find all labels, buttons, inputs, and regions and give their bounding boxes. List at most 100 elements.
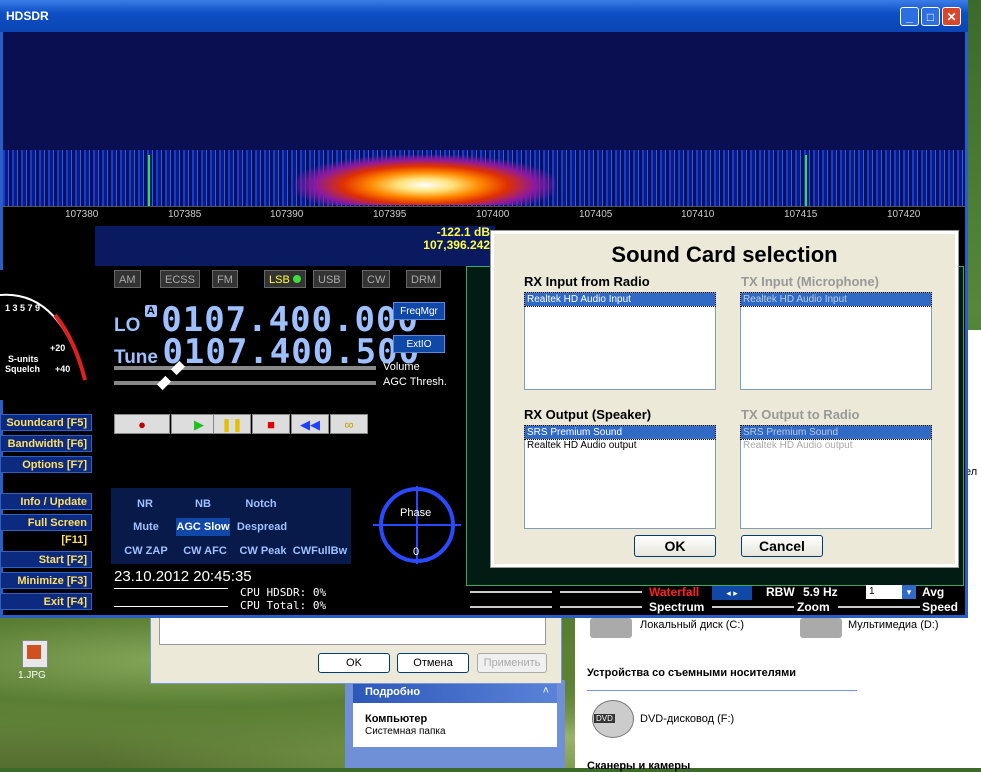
cpu-bar — [114, 588, 228, 589]
fullscreen-button[interactable]: Full Screen [F11] — [0, 514, 92, 546]
divider — [587, 690, 857, 691]
mode-lsb[interactable]: LSB — [264, 270, 306, 288]
squelch-label: Squelch — [5, 364, 41, 374]
mode-label: ECSS — [165, 274, 195, 286]
pause-button[interactable]: ❚❚ — [213, 414, 251, 434]
notch-button[interactable]: Notch — [234, 495, 288, 513]
dialog-title: Sound Card selection — [611, 242, 838, 267]
agc-slow-button[interactable]: AGC Slow — [176, 518, 230, 536]
zoom-slider[interactable] — [712, 606, 794, 608]
stop-button[interactable]: ■ — [252, 414, 290, 434]
record-button[interactable]: ● — [114, 414, 170, 434]
volume-slider[interactable] — [114, 366, 376, 370]
cw-peak-button[interactable]: CW Peak — [236, 542, 290, 560]
jpg-file-icon[interactable] — [22, 640, 48, 668]
avg-select[interactable]: 1 ▾ — [866, 585, 916, 599]
collapse-icon[interactable]: ˄ — [543, 685, 549, 697]
list-item[interactable]: Realtek HD Audio Input — [524, 292, 716, 307]
loop-button[interactable]: ∞ — [330, 414, 368, 434]
tick-label: 107405 — [579, 209, 613, 220]
cancel-button[interactable]: Отмена — [397, 653, 469, 673]
ok-button[interactable]: OK — [318, 653, 390, 673]
rbw-label: RBW — [766, 585, 795, 599]
s-meter-arc — [0, 293, 87, 381]
mode-label: CW — [367, 274, 386, 286]
zoom-arrows-icon[interactable]: ◂ ▸ — [712, 586, 752, 600]
computer-label: Компьютер — [365, 713, 428, 725]
spectrum-slider[interactable] — [560, 606, 642, 608]
dvd-drive-label[interactable]: DVD-дисковод (F:) — [640, 713, 734, 725]
freqmgr-button[interactable]: FreqMgr — [393, 302, 445, 320]
mode-ecss[interactable]: ECSS — [160, 270, 200, 288]
signal-hotspot — [295, 155, 555, 205]
list-item[interactable]: Realtek HD Audio Input — [740, 292, 932, 307]
tx-input-label: TX Input (Microphone) — [741, 274, 879, 289]
media-disk-label[interactable]: Мультимедиа (D:) — [848, 619, 939, 631]
details-panel-header[interactable]: Подробно ˄ — [353, 683, 557, 703]
hard-disk-icon[interactable] — [590, 618, 632, 638]
rx-input-list[interactable]: Realtek HD Audio Input — [524, 292, 716, 390]
waterfall-slider[interactable] — [560, 591, 642, 593]
maximize-icon[interactable]: □ — [921, 7, 940, 26]
phase-label: Phase — [400, 507, 432, 519]
list-item[interactable]: Realtek HD Audio output — [525, 439, 715, 452]
minimize-button[interactable]: Minimize [F3] — [0, 572, 92, 589]
hard-disk-icon[interactable] — [800, 618, 842, 638]
mute-button[interactable]: Mute — [120, 518, 172, 536]
desktop-icon-label: 1.JPG — [18, 670, 46, 681]
title-bar[interactable]: HDSDR _ □ ✕ — [0, 0, 968, 32]
tx-output-list[interactable]: SRS Premium Sound Realtek HD Audio outpu… — [740, 425, 932, 529]
speed-label: Speed — [922, 600, 959, 614]
list-item[interactable]: SRS Premium Sound — [524, 425, 716, 440]
extio-button[interactable]: ExtIO — [393, 335, 445, 353]
options-button[interactable]: Options [F7] — [0, 456, 92, 473]
soundcard-dialog: Sound Card selection RX Input from Radio… — [491, 231, 958, 567]
ok-button[interactable]: OK — [634, 535, 716, 557]
cancel-button[interactable]: Cancel — [741, 535, 823, 557]
spectrum-label: Spectrum — [649, 600, 705, 614]
cw-zap-button[interactable]: CW ZAP — [120, 542, 172, 560]
exit-button[interactable]: Exit [F4] — [0, 593, 92, 610]
tick-label: 107390 — [270, 209, 304, 220]
soundcard-button[interactable]: Soundcard [F5] — [0, 414, 92, 431]
list-item[interactable]: SRS Premium Sound — [740, 425, 932, 440]
active-led-icon — [292, 275, 301, 283]
tick-label: 107415 — [784, 209, 818, 220]
spectrum-slider[interactable] — [470, 606, 552, 608]
local-disk-label[interactable]: Локальный диск (C:) — [640, 619, 744, 631]
mode-drm[interactable]: DRM — [406, 270, 442, 288]
zoom-label: Zoom — [797, 600, 830, 614]
waterfall-slider[interactable] — [470, 591, 552, 593]
mode-cw[interactable]: CW — [362, 270, 391, 288]
apply-button[interactable]: Применить — [477, 653, 547, 673]
start-button[interactable]: Start [F2] — [0, 551, 92, 568]
cw-afc-button[interactable]: CW AFC — [178, 542, 232, 560]
tx-input-list[interactable]: Realtek HD Audio Input — [740, 292, 932, 390]
despread-button[interactable]: Despread — [234, 518, 290, 536]
mode-fm[interactable]: FM — [212, 270, 238, 288]
lo-lock-badge[interactable]: A — [144, 305, 157, 317]
info-update-button[interactable]: Info / Update [F9] — [0, 493, 92, 525]
tx-output-label: TX Output to Radio — [741, 407, 860, 422]
bandwidth-button[interactable]: Bandwidth [F6] — [0, 435, 92, 452]
mode-usb[interactable]: USB — [313, 270, 346, 288]
nb-button[interactable]: NB — [178, 495, 228, 513]
rx-output-list[interactable]: SRS Premium Sound Realtek HD Audio outpu… — [524, 425, 716, 529]
rewind-button[interactable]: ◀◀ — [291, 414, 329, 434]
tick-label: 107410 — [681, 209, 715, 220]
frequency-scale[interactable]: 107380 107385 107390 107395 107400 10740… — [3, 206, 965, 227]
mode-am[interactable]: AM — [114, 270, 141, 288]
speed-slider[interactable] — [838, 606, 920, 608]
nr-button[interactable]: NR — [120, 495, 170, 513]
minimize-icon[interactable]: _ — [900, 7, 919, 26]
close-icon[interactable]: ✕ — [942, 7, 961, 26]
cw-fullbw-button[interactable]: CWFullBw — [292, 542, 348, 560]
rx-output-label: RX Output (Speaker) — [524, 407, 652, 422]
s-units-label: S-units — [8, 354, 39, 364]
list-item[interactable]: Realtek HD Audio output — [741, 439, 931, 452]
mode-label: FM — [217, 274, 233, 286]
agc-thresh-label: AGC Thresh. — [383, 376, 447, 388]
tune-label: Tune — [114, 347, 158, 368]
chevron-down-icon[interactable]: ▾ — [902, 585, 916, 599]
agc-slider[interactable] — [114, 381, 376, 385]
